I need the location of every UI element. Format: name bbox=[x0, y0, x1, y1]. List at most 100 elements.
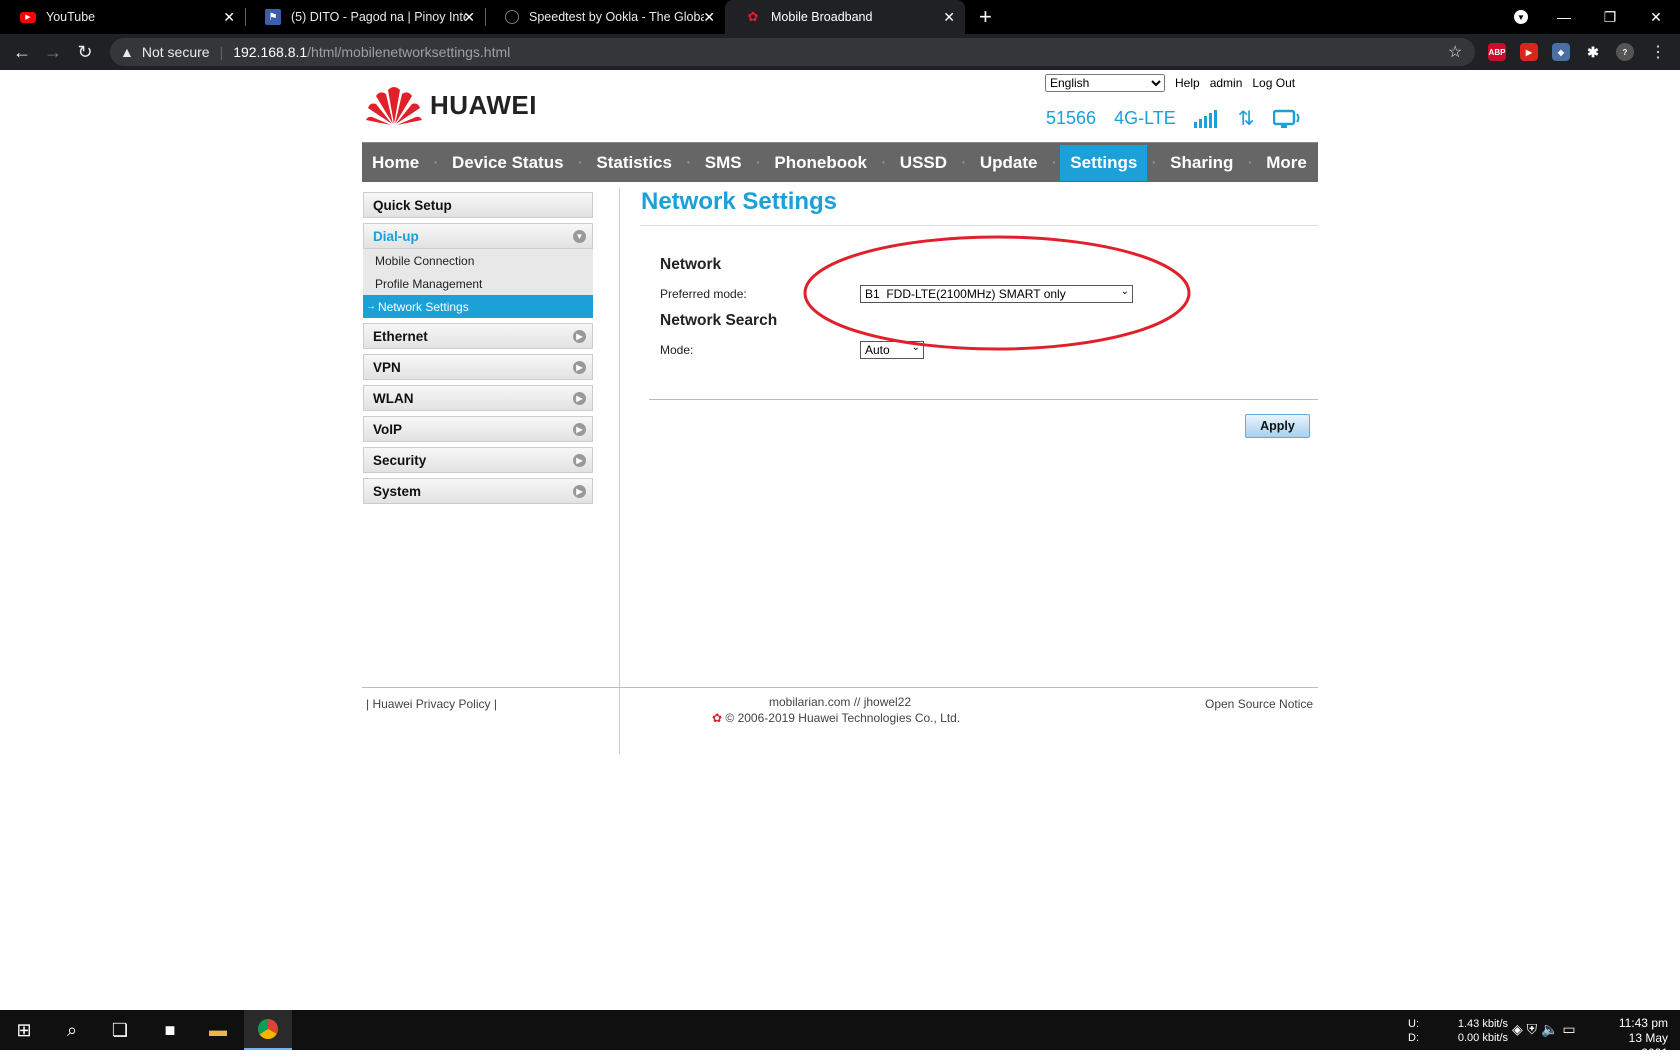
sidebar-subitem-network-settings[interactable]: → Network Settings bbox=[363, 295, 593, 318]
credit-text: mobilarian.com // jhowel22 bbox=[769, 695, 912, 709]
main-content: Network Settings bbox=[640, 188, 1318, 226]
clock[interactable]: 11:43 pm 13 May 2021 bbox=[1600, 1016, 1668, 1061]
nav-statistics[interactable]: Statistics bbox=[586, 145, 682, 181]
tab-dito[interactable]: ⚑ (5) DITO - Pagod na | Pinoy Intern ✕ bbox=[245, 0, 486, 34]
browser-tab-strip: ▶ YouTube ✕ ⚑ (5) DITO - Pagod na | Pino… bbox=[0, 0, 1680, 34]
expand-chevron-icon[interactable]: ▶ bbox=[573, 454, 586, 467]
package-app-icon[interactable]: ■ bbox=[146, 1010, 194, 1050]
nav-separator: • bbox=[1248, 158, 1252, 167]
expand-chevron-icon[interactable]: ▶ bbox=[573, 392, 586, 405]
puzzle-extension-icon[interactable]: ✱ bbox=[1584, 43, 1602, 61]
nav-separator: • bbox=[962, 158, 965, 167]
adblock-extension-icon[interactable]: ABP bbox=[1488, 43, 1506, 61]
tab-mobile-broadband[interactable]: ✿ Mobile Broadband ✕ bbox=[725, 0, 965, 34]
media-extension-icon[interactable]: ▶ bbox=[1520, 43, 1538, 61]
forum-icon: ⚑ bbox=[265, 9, 281, 25]
network-heading: Network bbox=[660, 256, 722, 273]
bookmark-star-icon[interactable]: ☆ bbox=[1448, 42, 1462, 62]
nav-separator: • bbox=[434, 158, 438, 167]
nav-sharing[interactable]: Sharing bbox=[1160, 145, 1243, 181]
restore-icon[interactable]: ❐ bbox=[1588, 0, 1632, 34]
nav-update[interactable]: Update bbox=[970, 145, 1048, 181]
sidebar-item-security[interactable]: Security ▶ bbox=[363, 447, 593, 473]
network-type: 4G-LTE bbox=[1114, 108, 1176, 128]
network-speed-meter: 1.43 kbit/s 0.00 kbit/s bbox=[1457, 1018, 1508, 1044]
sidebar-item-quick-setup[interactable]: Quick Setup bbox=[363, 192, 593, 218]
nav-separator: • bbox=[1152, 158, 1156, 167]
privacy-policy-link[interactable]: Huawei Privacy Policy bbox=[372, 697, 490, 711]
footer-separator bbox=[362, 687, 1318, 688]
forward-icon[interactable]: → bbox=[41, 42, 65, 63]
sidebar: Quick Setup Dial-up ▼ Mobile Connection … bbox=[363, 192, 593, 509]
tab-search-icon[interactable]: ▼ bbox=[1499, 0, 1543, 34]
file-explorer-icon[interactable]: ▬ bbox=[194, 1010, 242, 1050]
expand-chevron-icon[interactable]: ▶ bbox=[573, 361, 586, 374]
expand-chevron-icon[interactable]: ▶ bbox=[573, 423, 586, 436]
windows-start-icon[interactable]: ⊞ bbox=[0, 1010, 48, 1050]
volume-icon[interactable]: 🔈 bbox=[1541, 1021, 1558, 1037]
browser-toolbar: ← → ↻ ▲ Not secure | 192.168.8.1/html/mo… bbox=[0, 34, 1680, 70]
logout-link[interactable]: Log Out bbox=[1252, 76, 1295, 90]
sidebar-item-system[interactable]: System ▶ bbox=[363, 478, 593, 504]
huawei-small-icon: ✿ bbox=[712, 711, 723, 725]
nav-device-status[interactable]: Device Status bbox=[442, 145, 574, 181]
reload-icon[interactable]: ↻ bbox=[73, 42, 97, 63]
new-tab-icon[interactable]: + bbox=[979, 4, 992, 30]
admin-link[interactable]: admin bbox=[1210, 76, 1243, 90]
nav-home[interactable]: Home bbox=[362, 145, 429, 181]
address-bar[interactable]: ▲ Not secure | 192.168.8.1/html/mobilene… bbox=[110, 38, 1475, 66]
huawei-flower-icon bbox=[366, 87, 422, 125]
content-divider bbox=[619, 188, 620, 754]
nav-separator: • bbox=[578, 158, 582, 167]
expand-chevron-icon[interactable]: ▶ bbox=[573, 485, 586, 498]
apply-button[interactable]: Apply bbox=[1245, 414, 1310, 438]
nav-settings[interactable]: Settings bbox=[1060, 144, 1148, 181]
close-window-icon[interactable]: ✕ bbox=[1634, 0, 1678, 34]
menu-kebab-icon[interactable]: ⋮ bbox=[1646, 42, 1670, 62]
sidebar-subitem-profile-management[interactable]: Profile Management bbox=[363, 272, 593, 295]
collapse-chevron-icon[interactable]: ▼ bbox=[573, 230, 586, 243]
language-select[interactable]: English bbox=[1045, 74, 1165, 92]
task-view-icon[interactable]: ❏ bbox=[96, 1010, 144, 1050]
close-tab-icon[interactable]: ✕ bbox=[943, 9, 955, 26]
close-tab-icon[interactable]: ✕ bbox=[703, 9, 715, 26]
windows-taskbar: ⊞ ⌕ ❏ ■ ▬ U: D: 1.43 kbit/s 0.00 kbit/s ◈… bbox=[0, 1010, 1680, 1060]
network-search-heading: Network Search bbox=[660, 312, 778, 329]
tab-speedtest[interactable]: Speedtest by Ookla - The Global ✕ bbox=[485, 0, 725, 34]
chrome-taskbar-icon[interactable] bbox=[244, 1010, 292, 1050]
mode-label: Mode: bbox=[660, 343, 694, 357]
expand-chevron-icon[interactable]: ▶ bbox=[573, 330, 586, 343]
nav-more[interactable]: More bbox=[1256, 145, 1317, 181]
tray-icons[interactable]: ◈ ⛨ 🔈 ▭ bbox=[1512, 1022, 1602, 1036]
nav-phonebook[interactable]: Phonebook bbox=[764, 145, 877, 181]
shield-icon[interactable]: ⛨ bbox=[1527, 1021, 1538, 1037]
nav-sms[interactable]: SMS bbox=[695, 145, 752, 181]
help-link[interactable]: Help bbox=[1175, 76, 1200, 90]
nav-separator: • bbox=[881, 158, 885, 167]
security-label[interactable]: Not secure bbox=[142, 44, 210, 60]
minimize-icon[interactable]: — bbox=[1542, 0, 1586, 34]
network-icon[interactable]: ▭ bbox=[1562, 1021, 1575, 1037]
nav-ussd[interactable]: USSD bbox=[890, 145, 957, 181]
close-tab-icon[interactable]: ✕ bbox=[223, 9, 235, 26]
sidebar-item-ethernet[interactable]: Ethernet ▶ bbox=[363, 323, 593, 349]
tab-youtube[interactable]: ▶ YouTube ✕ bbox=[0, 0, 246, 34]
open-source-link[interactable]: Open Source Notice bbox=[1205, 697, 1313, 711]
sidebar-item-dialup[interactable]: Dial-up ▼ bbox=[363, 223, 593, 249]
close-tab-icon[interactable]: ✕ bbox=[463, 9, 475, 26]
sidebar-item-voip[interactable]: VoIP ▶ bbox=[363, 416, 593, 442]
profile-avatar[interactable]: ? bbox=[1616, 43, 1634, 61]
search-icon[interactable]: ⌕ bbox=[48, 1010, 96, 1050]
speedtest-icon bbox=[505, 10, 519, 24]
page-title: Network Settings bbox=[640, 188, 1318, 226]
back-icon[interactable]: ← bbox=[10, 42, 34, 63]
data-transfer-icon: ⇅ bbox=[1237, 108, 1255, 130]
url-host: 192.168.8.1 bbox=[233, 44, 308, 60]
tray-app-icon[interactable]: ◈ bbox=[1512, 1021, 1523, 1037]
sidebar-item-wlan[interactable]: WLAN ▶ bbox=[363, 385, 593, 411]
sidebar-subitem-mobile-connection[interactable]: Mobile Connection bbox=[363, 249, 593, 272]
globe-extension-icon[interactable]: ◆ bbox=[1552, 43, 1570, 61]
sidebar-item-vpn[interactable]: VPN ▶ bbox=[363, 354, 593, 380]
warning-icon: ▲ bbox=[120, 44, 134, 60]
operator-code: 51566 bbox=[1046, 108, 1097, 128]
